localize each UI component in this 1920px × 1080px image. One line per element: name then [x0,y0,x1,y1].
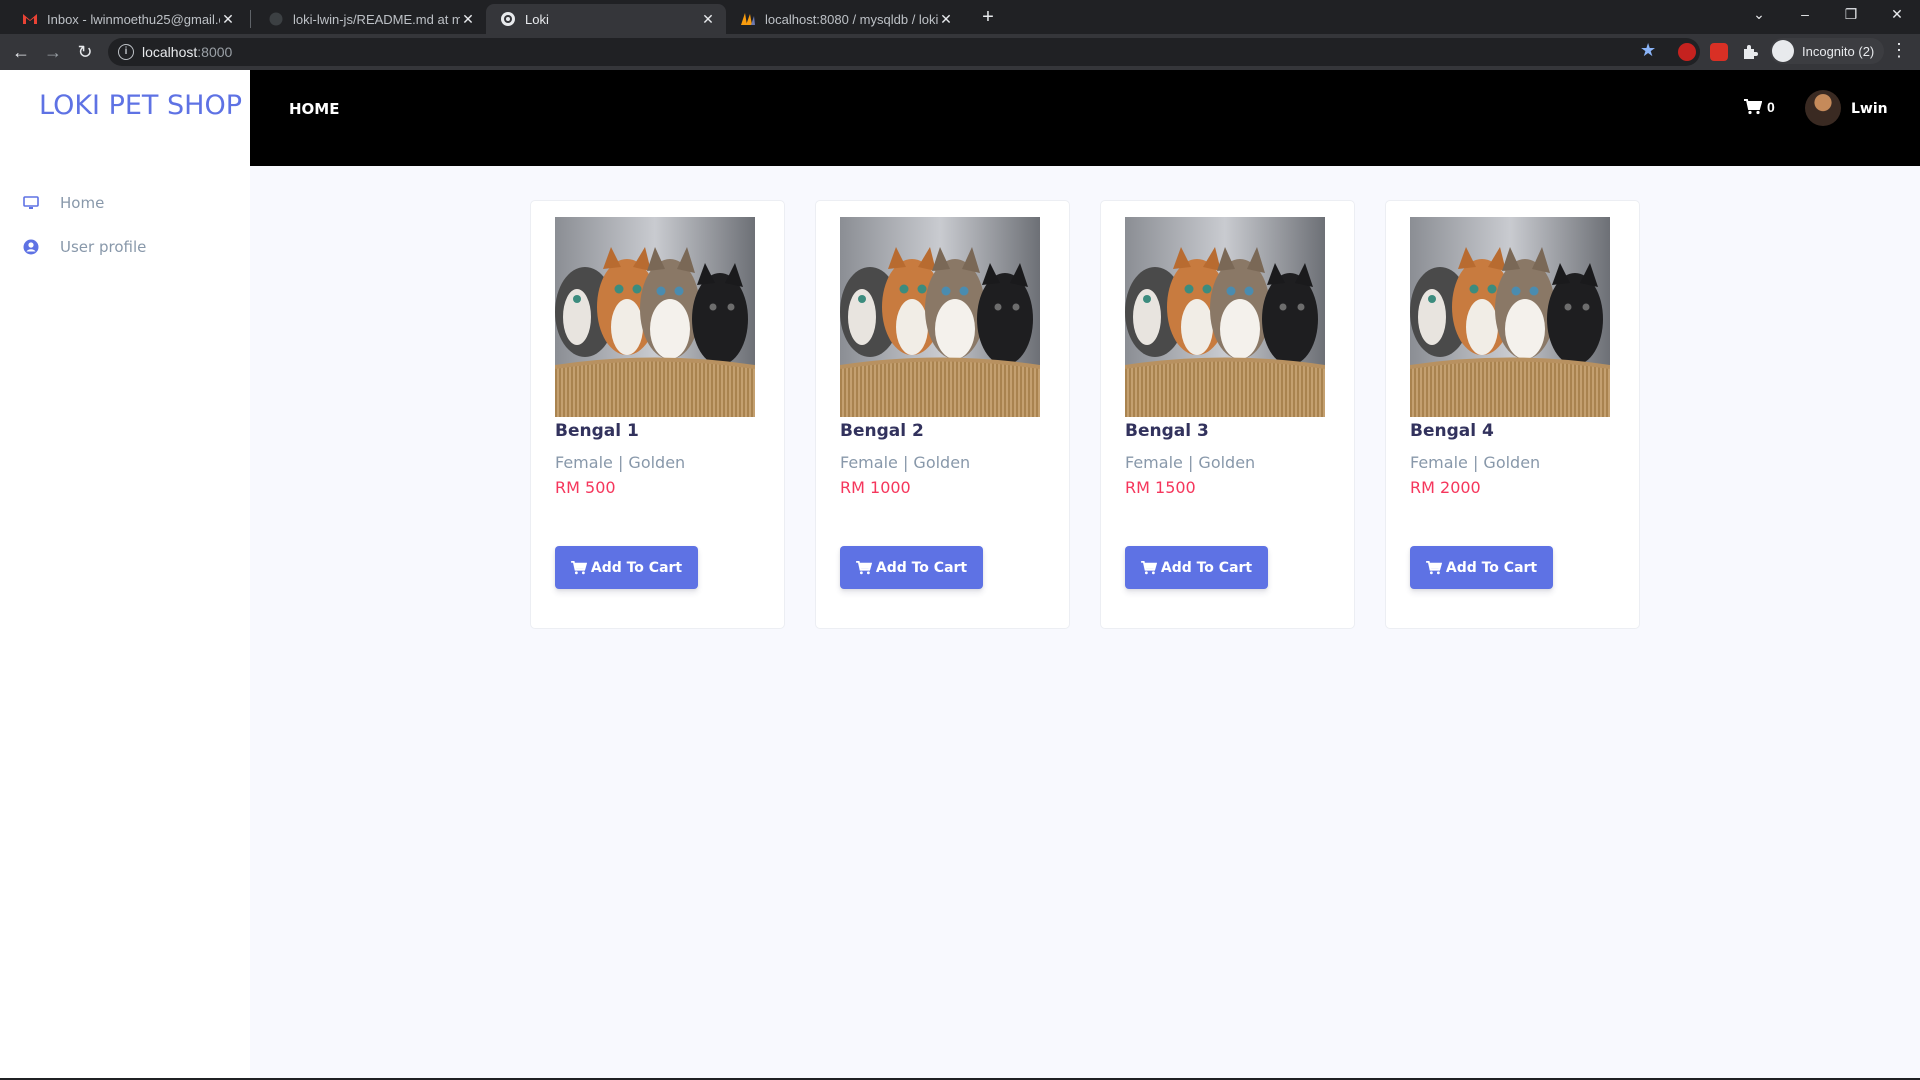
product-name: Bengal 3 [1125,421,1209,441]
product-details: Female | Golden [840,453,971,472]
browser-toolbar: ← → ↻ i localhost:8000 [0,34,1920,70]
incognito-icon [1772,40,1794,62]
sidebar-item-label: User profile [60,238,147,256]
cart-icon [1140,560,1157,575]
cat-photo [555,217,755,417]
product-details: Female | Golden [1410,453,1541,472]
add-to-cart-label: Add To Cart [590,559,683,576]
add-to-cart-label: Add To Cart [1160,559,1253,576]
github-icon [268,11,284,27]
cat-photo [1410,217,1610,417]
extensions-puzzle-icon[interactable] [1741,43,1759,61]
tab-gmail[interactable]: Inbox - lwinmoethu25@gmail.com ✕ [8,4,246,34]
user-circle-icon [22,238,40,256]
tab-divider [250,10,251,28]
extension-red-icon[interactable] [1710,43,1728,61]
sidebar-item-user-profile[interactable]: User profile [22,238,146,256]
profile-label: Incognito (2) [1802,43,1875,59]
tab-github[interactable]: loki-lwin-js/README.md at master ✕ [254,4,486,34]
back-icon[interactable]: ← [8,39,34,65]
add-to-cart-label: Add To Cart [875,559,968,576]
nav-home-link[interactable]: HOME [289,100,339,118]
add-to-cart-button[interactable]: Add To Cart [555,546,698,589]
info-icon[interactable]: i [118,44,134,60]
product-price: RM 1500 [1125,478,1196,497]
monitor-icon [22,194,40,212]
reload-icon[interactable]: ↻ [72,39,98,65]
close-tab-icon[interactable]: ✕ [938,11,954,28]
tab-title: Loki [525,11,549,27]
address-bar[interactable]: i localhost:8000 [108,38,1700,66]
avatar[interactable] [1805,90,1841,126]
product-card: Bengal 2 Female | Golden RM 1000 Add To … [815,200,1070,629]
product-details: Female | Golden [1125,453,1256,472]
product-card: Bengal 3 Female | Golden RM 1500 Add To … [1100,200,1355,629]
brand-logo[interactable]: LOKI PET SHOP [39,90,242,121]
extension-adblock-icon[interactable] [1678,43,1696,61]
sidebar-item-label: Home [60,194,105,212]
cat-photo [1125,217,1325,417]
cart-icon [570,560,587,575]
cart-icon [1744,99,1762,115]
add-to-cart-label: Add To Cart [1445,559,1538,576]
product-price: RM 500 [555,478,616,497]
user-name[interactable]: Lwin [1851,101,1888,117]
add-to-cart-button[interactable]: Add To Cart [1125,546,1268,589]
product-price: RM 2000 [1410,478,1481,497]
browser-menu-icon[interactable]: ⋮ [1890,40,1908,61]
cart-count: 0 [1767,99,1775,115]
product-card: Bengal 1 Female | Golden RM 500 Add To C… [530,200,785,629]
cat-photo [840,217,1040,417]
cart-icon [1425,560,1442,575]
incognito-profile-button[interactable]: Incognito (2) [1770,38,1885,64]
close-tab-icon[interactable]: ✕ [220,11,236,28]
forward-icon[interactable]: → [40,39,66,65]
product-name: Bengal 1 [555,421,639,441]
product-name: Bengal 4 [1410,421,1494,441]
new-tab-button[interactable]: + [976,6,1000,30]
sidebar-item-home[interactable]: Home [22,194,104,212]
product-details: Female | Golden [555,453,686,472]
tab-search-icon[interactable]: ⌄ [1737,0,1781,30]
tab-loki[interactable]: Loki ✕ [486,4,726,34]
product-card: Bengal 4 Female | Golden RM 2000 Add To … [1385,200,1640,629]
phpmyadmin-icon [740,11,756,27]
bookmark-star-icon[interactable]: ★ [1640,40,1656,61]
web-page: LOKI PET SHOP Home User profile HOME 0 L… [0,70,1920,1078]
close-tab-icon[interactable]: ✕ [700,11,716,28]
sidebar: LOKI PET SHOP Home User profile [0,70,250,1078]
tab-title: loki-lwin-js/README.md at master [293,11,460,27]
address-url: localhost:8000 [142,44,232,60]
close-tab-icon[interactable]: ✕ [460,11,476,28]
browser-tab-strip: Inbox - lwinmoethu25@gmail.com ✕ loki-lw… [0,0,1920,34]
add-to-cart-button[interactable]: Add To Cart [1410,546,1553,589]
add-to-cart-button[interactable]: Add To Cart [840,546,983,589]
product-name: Bengal 2 [840,421,924,441]
site-icon [500,11,516,27]
minimize-icon[interactable]: – [1783,0,1827,30]
tab-title: Inbox - lwinmoethu25@gmail.com [47,11,220,27]
cart-button[interactable]: 0 [1744,99,1775,115]
tab-phpmyadmin[interactable]: localhost:8080 / mysqldb / loki_pet ✕ [726,4,964,34]
top-navbar: HOME 0 Lwin [250,70,1920,166]
cart-icon [855,560,872,575]
restore-icon[interactable]: ❐ [1829,0,1873,30]
address-host: localhost [142,44,198,60]
gmail-icon [22,11,38,27]
address-port: :8000 [197,44,233,60]
tab-title: localhost:8080 / mysqldb / loki_pet [765,11,938,27]
product-price: RM 1000 [840,478,911,497]
close-window-icon[interactable]: ✕ [1875,0,1919,30]
